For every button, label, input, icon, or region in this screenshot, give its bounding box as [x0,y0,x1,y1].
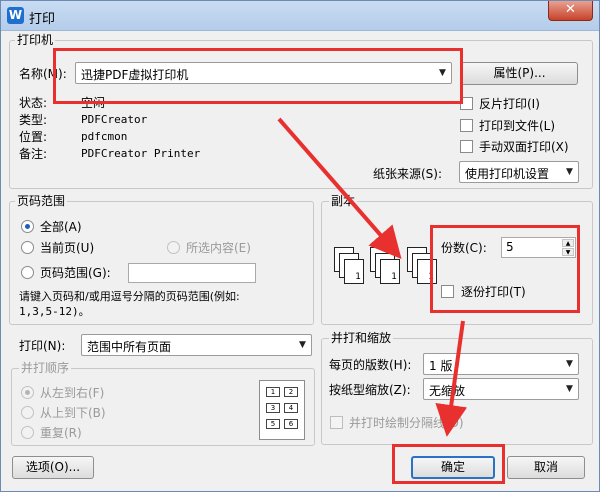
page-range-input[interactable] [128,263,256,283]
type-value: PDFCreator [81,113,148,126]
order-thumbnail: 1 2 3 4 5 6 [259,380,305,440]
print-dialog: W 打印 ✕ 打印机 名称(M): 迅捷PDF虚拟打印机 ▼ 属性(P)... … [0,0,600,492]
top-to-bottom-label: 从上到下(B) [40,406,106,420]
ok-highlight-box [392,444,505,484]
chevron-down-icon: ▼ [299,340,306,350]
pages-per-sheet-value: 1 版 [429,359,453,373]
manual-duplex-checkbox[interactable] [460,140,473,153]
title-bar: W 打印 ✕ [1,1,599,31]
top-to-bottom-radio[interactable] [21,406,34,419]
all-pages-label: 全部(A) [40,220,82,234]
selection-label: 所选内容(E) [186,241,251,255]
properties-button[interactable]: 属性(P)... [461,62,578,85]
pages-per-sheet-select[interactable]: 1 版 ▼ [423,353,579,375]
page-icon: 1 [344,259,364,284]
paper-source-value: 使用打印机设置 [465,167,550,181]
page-range-title: 页码范围 [15,194,68,208]
close-button[interactable]: ✕ [548,1,593,21]
printer-highlight-box [53,48,463,104]
page-range-hint: 请键入页码和/或用逗号分隔的页码范围(例如: [19,290,240,303]
left-to-right-radio[interactable] [21,386,34,399]
thumb-cell: 3 [266,403,280,413]
zoom-title: 并打和缩放 [329,331,394,345]
page-icon: 1 [380,259,400,284]
thumb-cell: 2 [284,387,298,397]
scale-value: 无缩放 [429,384,466,398]
pages-per-sheet-label: 每页的版数(H): [329,358,412,372]
scale-label: 按纸型缩放(Z): [329,383,411,397]
type-label: 类型: [19,113,48,127]
left-to-right-label: 从左到右(F) [40,386,105,400]
all-pages-radio[interactable] [21,220,34,233]
thumb-cell: 1 [266,387,280,397]
print-order-title: 并打顺序 [19,361,72,375]
print-what-label: 打印(N): [19,339,66,353]
location-value: pdfcmon [81,130,128,143]
thumb-cell: 4 [284,403,298,413]
page-range-radio[interactable] [21,266,34,279]
draw-borders-label: 并打时绘制分隔线(D) [349,416,464,430]
print-to-file-label: 打印到文件(L) [479,119,556,133]
location-label: 位置: [19,130,48,144]
window-title: 打印 [29,12,56,27]
scale-select[interactable]: 无缩放 ▼ [423,378,579,400]
paper-source-label: 纸张来源(S): [373,167,443,181]
repeat-radio[interactable] [21,426,34,439]
draw-borders-checkbox[interactable] [330,416,343,429]
print-what-select[interactable]: 范围中所有页面 ▼ [81,334,312,356]
page-range-label: 页码范围(G): [40,266,111,280]
current-page-radio[interactable] [21,241,34,254]
comment-label: 备注: [19,147,48,161]
chevron-down-icon: ▼ [566,167,573,177]
manual-duplex-label: 手动双面打印(X) [479,140,569,154]
copies-highlight-box [430,225,580,313]
printer-group-title: 打印机 [15,33,56,47]
thumb-cell: 6 [284,419,298,429]
options-button[interactable]: 选项(O)... [12,456,94,479]
wps-app-icon: W [7,7,24,24]
paper-source-select[interactable]: 使用打印机设置 ▼ [459,161,579,183]
print-to-file-checkbox[interactable] [460,119,473,132]
print-what-value: 范围中所有页面 [87,340,172,354]
cancel-button[interactable]: 取消 [507,456,585,479]
chevron-down-icon: ▼ [566,359,573,369]
thumb-cell: 5 [266,419,280,429]
status-label: 状态: [19,96,48,110]
page-range-hint-example: 1,3,5-12)。 [19,305,90,318]
chevron-down-icon: ▼ [566,384,573,394]
reverse-print-label: 反片打印(I) [479,97,540,111]
copies-title: 副本 [329,194,358,208]
repeat-label: 重复(R) [40,426,82,440]
selection-radio[interactable] [167,241,180,254]
current-page-label: 当前页(U) [40,241,95,255]
comment-value: PDFCreator Printer [81,147,201,160]
